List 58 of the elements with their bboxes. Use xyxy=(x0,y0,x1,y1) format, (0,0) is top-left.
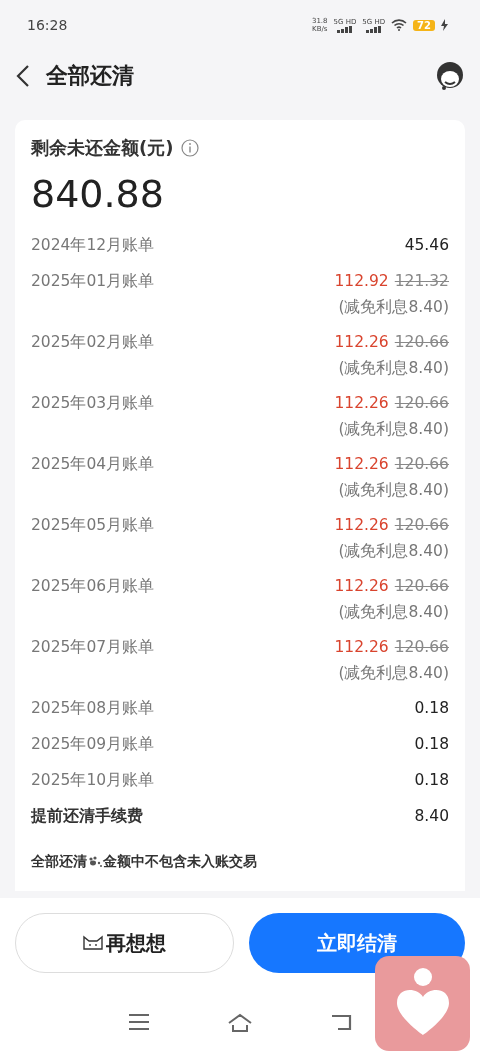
discount-note: (减免利息8.40) xyxy=(338,663,449,684)
discount-note: (减免利息8.40) xyxy=(338,541,449,562)
bill-amount: 112.26 xyxy=(334,393,389,414)
back-nav-icon[interactable] xyxy=(329,1013,352,1031)
page-title: 全部还清 xyxy=(46,62,135,90)
home-icon[interactable] xyxy=(227,1013,253,1033)
bill-name: 2025年08月账单 xyxy=(31,698,155,719)
paw-icon xyxy=(87,856,103,868)
bill-name: 2025年04月账单 xyxy=(31,454,155,475)
bill-amount: 112.26 xyxy=(334,637,389,658)
status-time: 16:28 xyxy=(27,17,68,33)
signal-icon xyxy=(336,25,353,33)
wifi-icon xyxy=(391,19,408,31)
cancel-button[interactable]: 再想想 xyxy=(15,913,234,973)
back-icon[interactable] xyxy=(16,64,30,88)
bill-name: 2025年07月账单 xyxy=(31,637,155,658)
bill-amount: 112.92 xyxy=(334,271,389,292)
bill-amount: 0.18 xyxy=(414,770,449,791)
bill-amount: 0.18 xyxy=(414,734,449,755)
fee-amount: 8.40 xyxy=(414,806,449,827)
battery-level: 72 xyxy=(413,19,435,31)
discount-note: (减免利息8.40) xyxy=(338,602,449,623)
notice-text: 金额中不包含未入账交易 xyxy=(103,853,257,871)
cat-icon xyxy=(82,935,105,951)
charging-icon xyxy=(441,19,448,31)
bill-amount: 112.26 xyxy=(334,454,389,475)
discount-note: (减免利息8.40) xyxy=(338,297,449,318)
remaining-label: 剩余未还金额(元) xyxy=(31,136,174,160)
headset-icon[interactable] xyxy=(434,60,466,92)
bill-name: 2025年06月账单 xyxy=(31,576,155,597)
bill-amount: 112.26 xyxy=(334,576,389,597)
bill-amount: 45.46 xyxy=(404,235,449,256)
original-amount: 120.66 xyxy=(394,515,449,536)
original-amount: 120.66 xyxy=(394,637,449,658)
discount-note: (减免利息8.40) xyxy=(338,480,449,501)
discount-note: (减免利息8.40) xyxy=(338,419,449,440)
menu-icon[interactable] xyxy=(128,1013,151,1031)
bill-name: 2025年02月账单 xyxy=(31,332,155,353)
bill-name: 2025年05月账单 xyxy=(31,515,155,536)
discount-note: (减免利息8.40) xyxy=(338,358,449,379)
original-amount: 121.32 xyxy=(394,271,449,292)
original-amount: 120.66 xyxy=(394,454,449,475)
bill-name: 2025年09月账单 xyxy=(31,734,155,755)
signal-icon xyxy=(365,25,382,33)
bill-name: 2025年01月账单 xyxy=(31,271,155,292)
bill-amount: 112.26 xyxy=(334,515,389,536)
bill-amount: 0.18 xyxy=(414,698,449,719)
notice-text: 全部还清 xyxy=(31,853,87,871)
bill-name: 2025年10月账单 xyxy=(31,770,155,791)
fee-label: 提前还清手续费 xyxy=(31,806,143,827)
info-icon[interactable] xyxy=(181,139,200,157)
original-amount: 120.66 xyxy=(394,576,449,597)
bill-amount: 112.26 xyxy=(334,332,389,353)
original-amount: 120.66 xyxy=(394,332,449,353)
original-amount: 120.66 xyxy=(394,393,449,414)
remaining-amount: 840.88 xyxy=(31,172,165,216)
bill-name: 2024年12月账单 xyxy=(31,235,155,256)
bill-name: 2025年03月账单 xyxy=(31,393,155,414)
